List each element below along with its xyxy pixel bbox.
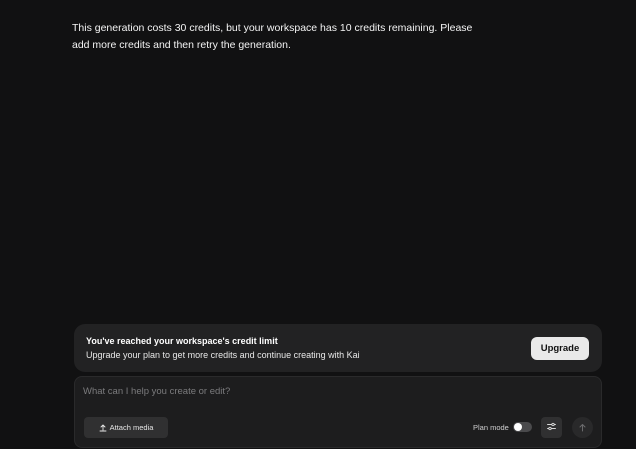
plan-mode-toggle[interactable] [513,422,532,432]
upload-icon [99,424,107,432]
prompt-input[interactable] [83,383,583,399]
credit-limit-subtitle: Upgrade your plan to get more credits an… [86,350,360,360]
send-button[interactable] [572,417,593,438]
assistant-message: This generation costs 30 credits, but yo… [72,22,473,51]
attach-media-label: Attach media [109,423,154,432]
credit-limit-title: You've reached your workspace's credit l… [86,336,278,346]
upgrade-button[interactable]: Upgrade [531,337,589,360]
prompt-composer: Attach media Plan mode [74,376,602,448]
sliders-icon [546,419,557,437]
toggle-knob [514,423,522,431]
chat-page: This generation costs 30 credits, but yo… [0,0,636,449]
arrow-up-icon [578,419,587,437]
attach-media-button[interactable]: Attach media [84,417,168,438]
settings-button[interactable] [541,417,562,438]
credit-limit-banner: You've reached your workspace's credit l… [74,324,602,372]
plan-mode-label: Plan mode [473,423,509,432]
